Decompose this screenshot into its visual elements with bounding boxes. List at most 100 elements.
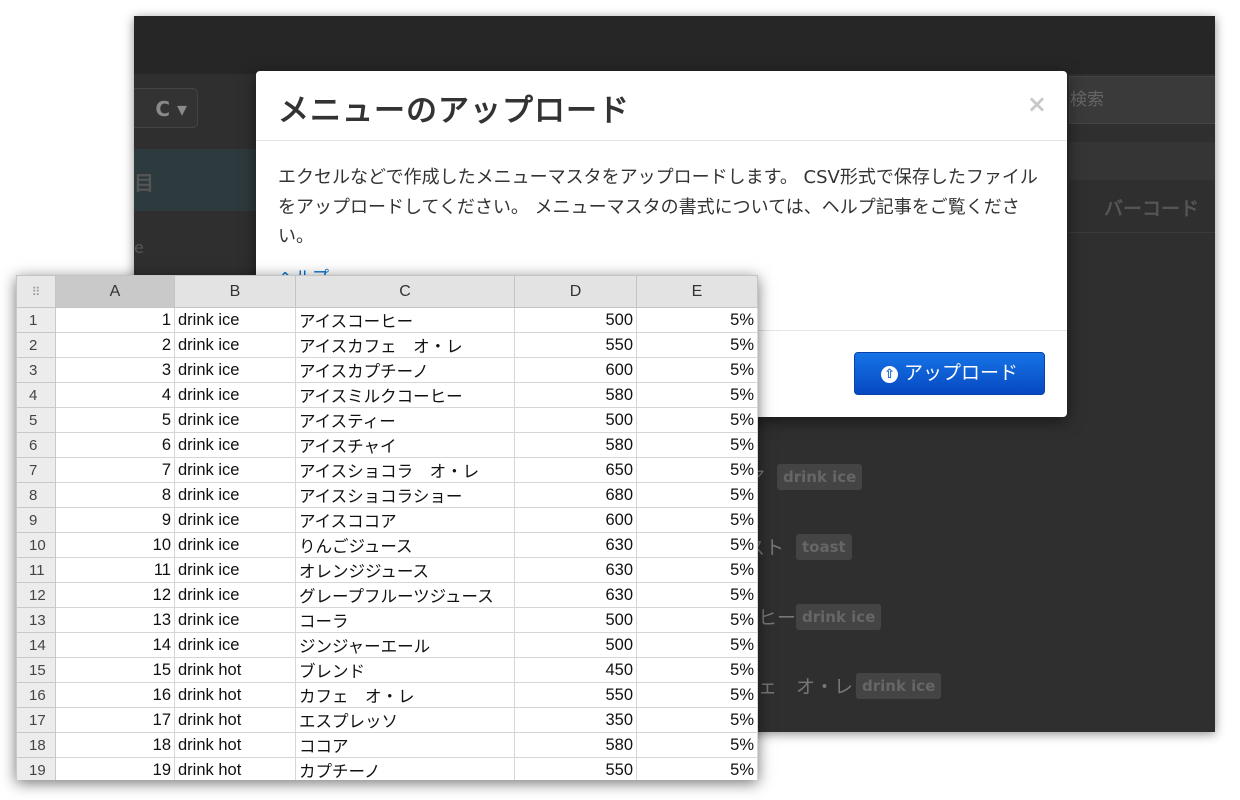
cell-name[interactable]: コーラ xyxy=(295,607,515,633)
cell-name[interactable]: アイスショコラショー xyxy=(295,482,515,508)
cell-id[interactable]: 2 xyxy=(55,332,175,358)
cell-id[interactable]: 8 xyxy=(55,482,175,508)
column-header-b[interactable]: B xyxy=(174,275,296,308)
cell-id[interactable]: 16 xyxy=(55,682,175,708)
cell-price[interactable]: 350 xyxy=(514,707,637,733)
cell-name[interactable]: オレンジジュース xyxy=(295,557,515,583)
cell-price[interactable]: 500 xyxy=(514,632,637,658)
row-header[interactable]: 18 xyxy=(16,732,56,758)
cell-category[interactable]: drink ice xyxy=(174,557,296,583)
cell-name[interactable]: アイスカフェ オ・レ xyxy=(295,332,515,358)
cell-tax[interactable]: 5% xyxy=(636,332,758,358)
reload-button[interactable]: C ▾ xyxy=(134,88,198,128)
cell-tax[interactable]: 5% xyxy=(636,457,758,483)
cell-name[interactable]: ココア xyxy=(295,732,515,758)
cell-tax[interactable]: 5% xyxy=(636,657,758,683)
cell-name[interactable]: アイスチャイ xyxy=(295,432,515,458)
cell-category[interactable]: drink ice xyxy=(174,382,296,408)
cell-price[interactable]: 580 xyxy=(514,732,637,758)
row-header[interactable]: 3 xyxy=(16,357,56,383)
cell-tax[interactable]: 5% xyxy=(636,632,758,658)
cell-id[interactable]: 7 xyxy=(55,457,175,483)
cell-id[interactable]: 14 xyxy=(55,632,175,658)
row-header[interactable]: 6 xyxy=(16,432,56,458)
cell-category[interactable]: drink ice xyxy=(174,307,296,333)
cell-price[interactable]: 500 xyxy=(514,607,637,633)
cell-name[interactable]: エスプレッソ xyxy=(295,707,515,733)
column-header-c[interactable]: C xyxy=(295,275,515,308)
row-header[interactable]: 16 xyxy=(16,682,56,708)
cell-price[interactable]: 630 xyxy=(514,532,637,558)
cell-id[interactable]: 15 xyxy=(55,657,175,683)
cell-category[interactable]: drink ice xyxy=(174,332,296,358)
cell-name[interactable]: グレープフルーツジュース xyxy=(295,582,515,608)
cell-id[interactable]: 9 xyxy=(55,507,175,533)
cell-price[interactable]: 550 xyxy=(514,757,637,780)
cell-tax[interactable]: 5% xyxy=(636,607,758,633)
cell-name[interactable]: ブレンド xyxy=(295,657,515,683)
cell-tax[interactable]: 5% xyxy=(636,532,758,558)
cell-category[interactable]: drink hot xyxy=(174,682,296,708)
row-header[interactable]: 10 xyxy=(16,532,56,558)
cell-id[interactable]: 3 xyxy=(55,357,175,383)
sidebar-item-text[interactable]: e xyxy=(134,238,144,257)
search-input[interactable]: 検索 xyxy=(1069,76,1215,124)
cell-category[interactable]: drink ice xyxy=(174,607,296,633)
cell-name[interactable]: アイスショコラ オ・レ xyxy=(295,457,515,483)
cell-tax[interactable]: 5% xyxy=(636,307,758,333)
cell-price[interactable]: 500 xyxy=(514,307,637,333)
cell-id[interactable]: 4 xyxy=(55,382,175,408)
cell-id[interactable]: 18 xyxy=(55,732,175,758)
row-header[interactable]: 2 xyxy=(16,332,56,358)
select-all-icon[interactable]: ⠿ xyxy=(16,275,56,308)
row-header[interactable]: 9 xyxy=(16,507,56,533)
cell-category[interactable]: drink hot xyxy=(174,657,296,683)
cell-category[interactable]: drink ice xyxy=(174,357,296,383)
cell-price[interactable]: 550 xyxy=(514,682,637,708)
cell-tax[interactable]: 5% xyxy=(636,482,758,508)
cell-id[interactable]: 11 xyxy=(55,557,175,583)
cell-name[interactable]: アイスティー xyxy=(295,407,515,433)
row-header[interactable]: 11 xyxy=(16,557,56,583)
cell-price[interactable]: 680 xyxy=(514,482,637,508)
cell-name[interactable]: アイスココア xyxy=(295,507,515,533)
cell-category[interactable]: drink ice xyxy=(174,532,296,558)
cell-category[interactable]: drink hot xyxy=(174,707,296,733)
cell-price[interactable]: 650 xyxy=(514,457,637,483)
close-icon[interactable]: × xyxy=(1027,91,1047,117)
row-header[interactable]: 14 xyxy=(16,632,56,658)
cell-price[interactable]: 630 xyxy=(514,582,637,608)
column-header-d[interactable]: D xyxy=(514,275,637,308)
sidebar-item-active[interactable]: 目 xyxy=(134,149,256,211)
cell-price[interactable]: 550 xyxy=(514,332,637,358)
row-header[interactable]: 8 xyxy=(16,482,56,508)
cell-id[interactable]: 1 xyxy=(55,307,175,333)
cell-category[interactable]: drink hot xyxy=(174,732,296,758)
cell-id[interactable]: 17 xyxy=(55,707,175,733)
cell-price[interactable]: 600 xyxy=(514,507,637,533)
list-item[interactable]: ヒー xyxy=(758,603,796,630)
row-header[interactable]: 17 xyxy=(16,707,56,733)
cell-tax[interactable]: 5% xyxy=(636,707,758,733)
list-item[interactable]: ェ オ・レ xyxy=(758,672,853,699)
row-header[interactable]: 4 xyxy=(16,382,56,408)
cell-tax[interactable]: 5% xyxy=(636,682,758,708)
row-header[interactable]: 15 xyxy=(16,657,56,683)
cell-price[interactable]: 600 xyxy=(514,357,637,383)
cell-name[interactable]: アイスカプチーノ xyxy=(295,357,515,383)
cell-tax[interactable]: 5% xyxy=(636,557,758,583)
row-header[interactable]: 1 xyxy=(16,307,56,333)
cell-name[interactable]: りんごジュース xyxy=(295,532,515,558)
cell-tax[interactable]: 5% xyxy=(636,432,758,458)
cell-tax[interactable]: 5% xyxy=(636,582,758,608)
column-header-a[interactable]: A xyxy=(55,275,175,308)
cell-id[interactable]: 6 xyxy=(55,432,175,458)
row-header[interactable]: 19 xyxy=(16,757,56,780)
cell-category[interactable]: drink ice xyxy=(174,407,296,433)
cell-name[interactable]: ジンジャーエール xyxy=(295,632,515,658)
cell-category[interactable]: drink ice xyxy=(174,457,296,483)
row-header[interactable]: 13 xyxy=(16,607,56,633)
cell-price[interactable]: 580 xyxy=(514,382,637,408)
cell-category[interactable]: drink ice xyxy=(174,432,296,458)
cell-tax[interactable]: 5% xyxy=(636,382,758,408)
